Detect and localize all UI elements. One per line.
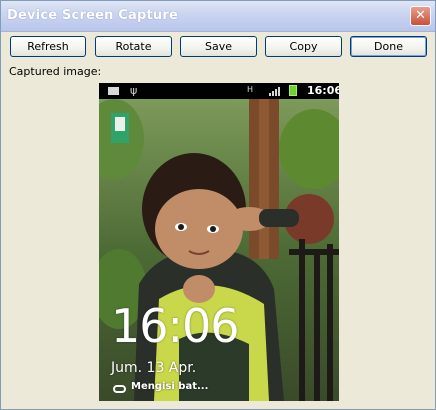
signal-icon [269, 87, 280, 96]
hspa-icon: H [247, 85, 254, 94]
rotate-button[interactable]: Rotate [95, 36, 172, 57]
title-bar[interactable]: Device Screen Capture ✕ [1, 1, 435, 32]
charging-icon [113, 385, 126, 393]
copy-button[interactable]: Copy [265, 36, 342, 57]
close-icon: ✕ [415, 8, 426, 23]
status-time: 16:06 [307, 84, 339, 97]
close-button[interactable]: ✕ [410, 6, 431, 26]
done-button[interactable]: Done [350, 36, 427, 57]
device-status-bar: ψ H 16:06 [99, 83, 339, 99]
mail-icon [108, 87, 119, 95]
capture-window: Device Screen Capture ✕ Refresh Rotate S… [0, 0, 436, 410]
captured-screen-image: ψ H 16:06 16:06 Jum. 13 Apr. Mengisi bat… [99, 83, 339, 401]
refresh-button[interactable]: Refresh [10, 36, 86, 57]
charging-status-text: Mengisi bat... [131, 381, 209, 392]
captured-image-label: Captured image: [9, 65, 102, 78]
window-title: Device Screen Capture [7, 8, 178, 23]
battery-charging-icon [289, 85, 297, 96]
save-button[interactable]: Save [180, 36, 257, 57]
lockscreen-wallpaper-photo [99, 99, 339, 401]
usb-icon: ψ [130, 84, 138, 97]
lockscreen-clock: 16:06 [111, 299, 240, 353]
lockscreen-date: Jum. 13 Apr. [111, 360, 197, 376]
